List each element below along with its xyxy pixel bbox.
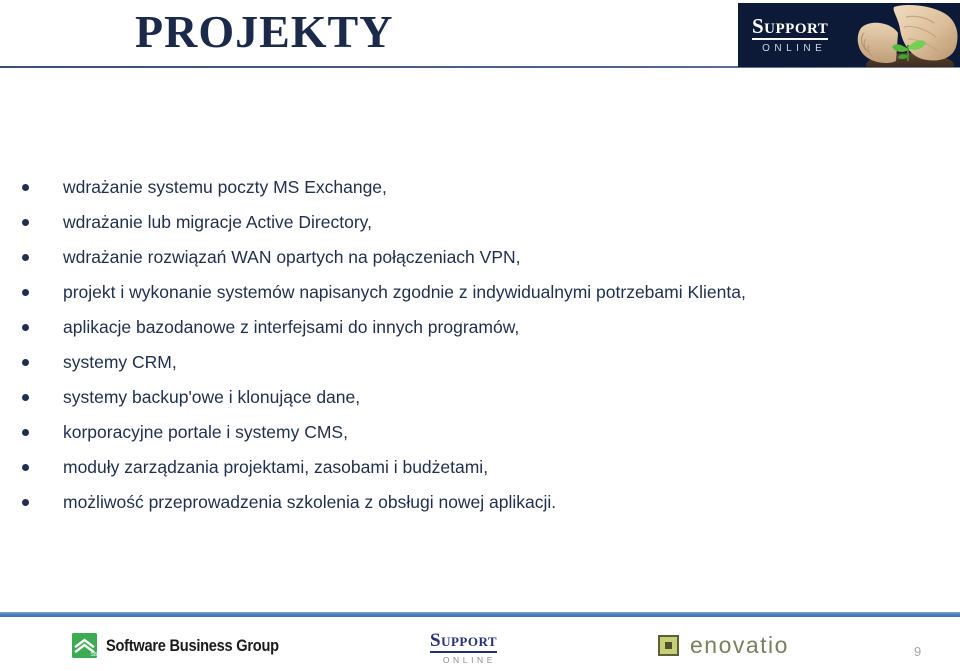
bullet-dot-icon — [22, 394, 29, 401]
banner-online-text: ONLINE — [762, 43, 827, 54]
slide: PROJEKTY Support ONLINE wdrażanie system… — [0, 0, 960, 671]
support-online-primary-text: Support — [430, 630, 498, 653]
list-item-label: systemy CRM, — [63, 352, 177, 372]
list-item-label: wdrażanie systemu poczty MS Exchange, — [63, 177, 387, 197]
list-item-label: systemy backup'owe i klonujące dane, — [63, 387, 361, 407]
bullet-dot-icon — [22, 219, 29, 226]
enovatio-logo: enovatio — [658, 634, 789, 657]
list-item-label: moduły zarządzania projektami, zasobami … — [63, 457, 489, 477]
page-number: 9 — [914, 644, 922, 659]
banner-wordmark: Support ONLINE — [752, 14, 829, 54]
bullet-list: wdrażanie systemu poczty MS Exchange, wd… — [0, 170, 960, 520]
bullet-dot-icon — [22, 359, 29, 366]
support-online-secondary-text: ONLINE — [442, 655, 497, 665]
bullet-dot-icon — [22, 289, 29, 296]
list-item: wdrażanie systemu poczty MS Exchange, — [0, 170, 960, 205]
bullet-dot-icon — [22, 464, 29, 471]
bullet-dot-icon — [22, 324, 29, 331]
list-item: wdrażanie rozwiązań WAN opartych na połą… — [0, 240, 960, 275]
list-item-label: wdrażanie rozwiązań WAN opartych na połą… — [63, 247, 521, 267]
list-item: systemy backup'owe i klonujące dane, — [0, 380, 960, 415]
list-item-label: aplikacje bazodanowe z interfejsami do i… — [63, 317, 520, 337]
list-item: wdrażanie lub migracje Active Directory, — [0, 205, 960, 240]
sbg-chevron-icon: SBG — [72, 633, 97, 658]
sbg-logo-label: Software Business Group — [106, 635, 279, 655]
list-item-label: projekt i wykonanie systemów napisanych … — [63, 282, 746, 302]
page-title: PROJEKTY — [135, 6, 394, 57]
slide-footer: SBG Software Business Group Support ONLI… — [0, 628, 960, 671]
slide-header: PROJEKTY Support ONLINE — [0, 0, 960, 70]
software-business-group-logo: SBG Software Business Group — [72, 633, 307, 658]
list-item: korporacyjne portale i systemy CMS, — [0, 415, 960, 450]
bullet-dot-icon — [22, 429, 29, 436]
support-online-footer-logo: Support ONLINE — [430, 630, 498, 665]
enovatio-square-icon — [658, 635, 679, 656]
bullet-dot-icon — [22, 184, 29, 191]
svg-text:SBG: SBG — [91, 652, 98, 658]
enovatio-logo-label: enovatio — [690, 632, 789, 658]
list-item: moduły zarządzania projektami, zasobami … — [0, 450, 960, 485]
list-item: projekt i wykonanie systemów napisanych … — [0, 275, 960, 310]
list-item: możliwość przeprowadzenia szkolenia z ob… — [0, 485, 960, 520]
bullet-dot-icon — [22, 499, 29, 506]
footer-divider — [0, 612, 960, 617]
banner-support-text: Support — [752, 14, 829, 40]
list-item: systemy CRM, — [0, 345, 960, 380]
seedling-in-hands-photo — [848, 3, 960, 67]
list-item-label: wdrażanie lub migracje Active Directory, — [63, 212, 372, 232]
bullet-dot-icon — [22, 254, 29, 261]
list-item-label: korporacyjne portale i systemy CMS, — [63, 422, 348, 442]
header-brand-banner: Support ONLINE — [738, 3, 960, 67]
list-item-label: możliwość przeprowadzenia szkolenia z ob… — [63, 492, 557, 512]
list-item: aplikacje bazodanowe z interfejsami do i… — [0, 310, 960, 345]
